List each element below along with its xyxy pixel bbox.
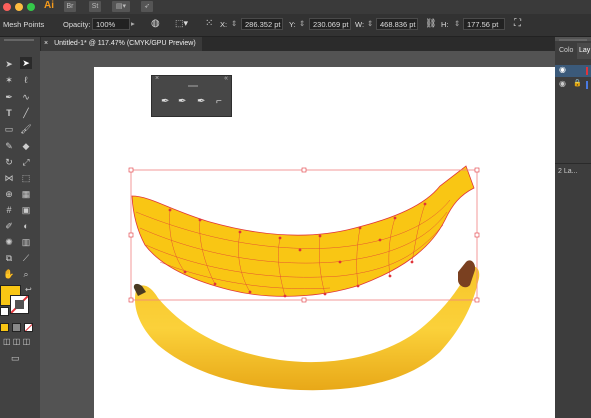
mode-label: Mesh Points [3, 20, 45, 29]
w-label: W: [355, 20, 365, 29]
stroke-swatch[interactable] [10, 295, 29, 314]
curvature-icon[interactable]: ∿ [20, 91, 32, 103]
magic-wand-icon[interactable]: ✶ [3, 74, 15, 86]
close-window-button[interactable] [3, 3, 11, 11]
document-tab-title: Untitled-1* @ 117.47% (CMYK/GPU Preview) [54, 40, 196, 47]
layers-count: 2 La... [558, 168, 578, 175]
hand-icon[interactable]: ✋ [3, 268, 15, 280]
opacity-label: Opacity: [63, 20, 91, 29]
free-transform-icon[interactable]: ⬚ [20, 172, 32, 184]
opacity-dropdown-icon[interactable]: ▸ [131, 19, 135, 28]
artboard-icon[interactable]: ⧉ [3, 252, 15, 264]
rectangle-icon[interactable]: ▭ [3, 123, 15, 135]
direct-selection-icon[interactable]: ➤ [20, 57, 32, 69]
selection-icon[interactable]: ➤ [3, 58, 15, 70]
panel-grip[interactable] [188, 85, 198, 87]
lock-icon[interactable]: 🔒 [573, 79, 582, 87]
rotate-icon[interactable]: ↻ [3, 156, 15, 168]
visibility-eye-icon[interactable]: ◉ [559, 79, 566, 88]
gradient-icon[interactable]: ▣ [20, 204, 32, 216]
none-mode-slash-icon [25, 324, 32, 331]
y-label: Y: [289, 20, 296, 29]
panel-collapse-icon[interactable]: « [224, 75, 228, 82]
perspective-icon[interactable]: ▦ [20, 188, 32, 200]
delete-anchor-icon[interactable]: ✒ [197, 96, 205, 107]
opacity-field[interactable]: 100% [92, 18, 130, 30]
control-bar: Mesh Points Opacity: 100% ▸ ◍ ⬚▾ ⁙ X: ⇕ … [0, 14, 591, 37]
w-field[interactable]: 468.836 pt [376, 18, 418, 30]
panel-divider [555, 163, 591, 164]
zoom-icon[interactable]: ⌕ [20, 268, 32, 280]
layers-panel: Colo Lay ◉ ◉ 🔒 2 La... [555, 39, 591, 418]
transform-icon[interactable]: ⛶ [514, 18, 521, 29]
y-field[interactable]: 230.069 pt [309, 18, 351, 30]
document-tab[interactable]: × Untitled-1* @ 117.47% (CMYK/GPU Preview… [40, 37, 202, 51]
default-colors-icon[interactable] [0, 307, 9, 316]
column-graph-icon[interactable]: ▥ [20, 236, 32, 248]
layer-color-swatch [586, 67, 588, 75]
gradient-mode-button[interactable] [12, 323, 21, 332]
tab-color[interactable]: Colo [559, 43, 573, 59]
slice-icon[interactable]: ⟋ [20, 252, 32, 264]
x-stepper-icon[interactable]: ⇕ [231, 19, 237, 28]
w-stepper-icon[interactable]: ⇕ [367, 19, 373, 28]
app-logo: Ai [44, 0, 54, 11]
add-anchor-icon[interactable]: ✒ [178, 96, 186, 107]
paintbrush-icon[interactable]: 🖌 [20, 123, 32, 135]
h-stepper-icon[interactable]: ⇕ [454, 19, 460, 28]
type-icon[interactable]: T [3, 107, 15, 119]
y-stepper-icon[interactable]: ⇕ [299, 19, 305, 28]
artboard[interactable] [94, 67, 555, 418]
app-title-bar: Ai Br St ▤▾ ➶ [0, 0, 591, 14]
tools-panel-grip[interactable] [4, 39, 34, 41]
lasso-icon[interactable]: ℓ [20, 74, 32, 86]
reference-point-icon[interactable]: ⁙ [205, 18, 213, 29]
document-tab-bar: × Untitled-1* @ 117.47% (CMYK/GPU Preview… [40, 37, 555, 51]
constrain-proportions-icon[interactable]: ⛓ [425, 18, 436, 29]
canvas-area[interactable] [40, 51, 555, 418]
stock-button[interactable]: St [89, 1, 101, 12]
minimize-window-button[interactable] [15, 3, 23, 11]
screen-mode-icon[interactable]: ▭ [11, 353, 20, 364]
blend-icon[interactable]: ◐ [20, 220, 32, 232]
stroke-swatch-inner [15, 300, 24, 309]
tab-layers[interactable]: Lay [577, 43, 591, 59]
panel-top-grip[interactable] [559, 39, 587, 41]
visibility-eye-icon[interactable]: ◉ [559, 65, 566, 74]
layer-color-swatch [586, 81, 588, 89]
anchor-point-icon[interactable]: ⌐ [216, 96, 222, 107]
bridge-button[interactable]: Br [64, 1, 76, 12]
none-mode-button[interactable] [24, 323, 33, 332]
scale-icon[interactable]: ⤢ [20, 156, 32, 168]
shape-builder-icon[interactable]: ⊕ [3, 188, 15, 200]
x-field[interactable]: 286.352 pt [241, 18, 283, 30]
eraser-icon[interactable]: ◆ [20, 140, 32, 152]
width-icon[interactable]: ⋈ [3, 172, 15, 184]
color-mode-button[interactable] [0, 323, 9, 332]
x-label: X: [220, 20, 228, 29]
shaper-icon[interactable]: ✎ [3, 140, 15, 152]
zoom-window-button[interactable] [27, 3, 35, 11]
panel-close-icon[interactable]: × [155, 75, 159, 82]
layer-row[interactable]: ◉ [555, 65, 591, 77]
align-icon[interactable]: ⬚▾ [175, 18, 188, 29]
symbol-sprayer-icon[interactable]: ✺ [3, 236, 15, 248]
recolor-icon[interactable]: ◍ [151, 18, 160, 29]
workspace-layout-icon[interactable]: ▤▾ [112, 1, 130, 12]
line-icon[interactable]: ╱ [20, 107, 32, 119]
pen-icon[interactable]: ✒ [3, 91, 15, 103]
mesh-tools-panel[interactable]: × « ✒ ✒ ✒ ⌐ [151, 75, 232, 117]
eyedropper-icon[interactable]: ✐ [3, 220, 15, 232]
h-field[interactable]: 177.56 pt [463, 18, 505, 30]
pen-tool-icon[interactable]: ✒ [161, 96, 169, 107]
swap-fill-stroke-icon[interactable]: ↩ [25, 285, 32, 294]
draw-mode-icon[interactable]: ◫ ◫ ◫ [3, 337, 30, 346]
tools-panel: ➤ ➤ ✶ ℓ ✒ ∿ T ╱ ▭ 🖌 ✎ ◆ ↻ ⤢ ⋈ ⬚ ⊕ ▦ # ▣ … [0, 37, 41, 418]
layer-row[interactable]: ◉ 🔒 [555, 79, 591, 91]
tab-close-icon[interactable]: × [44, 40, 48, 47]
gpu-rocket-icon[interactable]: ➶ [141, 1, 153, 12]
h-label: H: [441, 20, 449, 29]
mesh-icon[interactable]: # [3, 204, 15, 216]
